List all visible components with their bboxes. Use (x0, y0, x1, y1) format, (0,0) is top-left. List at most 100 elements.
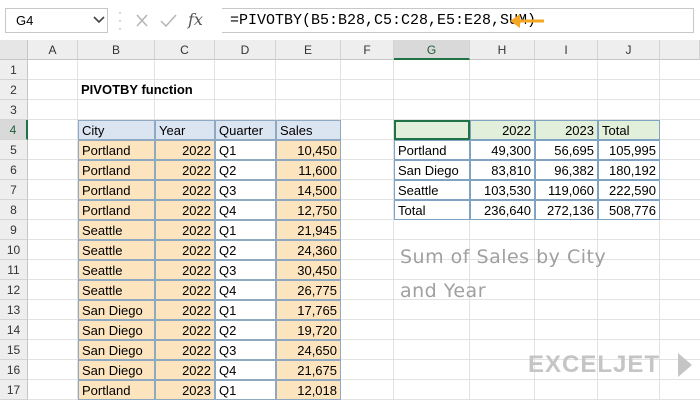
pivot-value[interactable]: 236,640 (470, 200, 535, 220)
row-header-8[interactable]: 8 (0, 200, 28, 220)
source-cell-year[interactable]: 2022 (155, 180, 215, 200)
source-cell-sales[interactable]: 12,018 (276, 380, 341, 400)
source-cell-city[interactable]: San Diego (78, 360, 155, 380)
column-header-c[interactable]: C (155, 40, 215, 60)
row-header-16[interactable]: 16 (0, 360, 28, 380)
pivot-value[interactable]: 180,192 (598, 160, 660, 180)
row-header-3[interactable]: 3 (0, 100, 28, 120)
source-cell-year[interactable]: 2023 (155, 380, 215, 400)
source-cell-city[interactable]: San Diego (78, 320, 155, 340)
source-cell-city[interactable]: Seattle (78, 220, 155, 240)
cancel-icon[interactable] (136, 14, 148, 27)
source-cell-year[interactable]: 2022 (155, 160, 215, 180)
source-header-city[interactable]: City (78, 120, 155, 140)
source-cell-sales[interactable]: 30,450 (276, 260, 341, 280)
column-header-next[interactable] (660, 40, 700, 60)
pivot-value[interactable]: 56,695 (535, 140, 598, 160)
source-cell-sales[interactable]: 11,600 (276, 160, 341, 180)
source-cell-quarter[interactable]: Q2 (215, 320, 276, 340)
pivot-value[interactable]: 83,810 (470, 160, 535, 180)
pivot-corner-cell[interactable] (394, 120, 470, 140)
source-cell-year[interactable]: 2022 (155, 280, 215, 300)
source-cell-sales[interactable]: 14,500 (276, 180, 341, 200)
pivot-row-label[interactable]: Seattle (394, 180, 470, 200)
source-cell-sales[interactable]: 21,945 (276, 220, 341, 240)
row-header-5[interactable]: 5 (0, 140, 28, 160)
pivot-row-label[interactable]: Portland (394, 140, 470, 160)
source-cell-city[interactable]: Portland (78, 180, 155, 200)
sheet-title[interactable]: PIVOTBY function (78, 80, 196, 100)
source-cell-sales[interactable]: 19,720 (276, 320, 341, 340)
select-all-corner[interactable] (0, 40, 28, 60)
source-cell-year[interactable]: 2022 (155, 260, 215, 280)
row-header-2[interactable]: 2 (0, 80, 28, 100)
source-cell-quarter[interactable]: Q1 (215, 300, 276, 320)
formula-bar-grip-icon[interactable]: · · · (117, 6, 123, 34)
column-header-f[interactable]: F (341, 40, 394, 60)
source-cell-quarter[interactable]: Q1 (215, 220, 276, 240)
source-cell-city[interactable]: Seattle (78, 260, 155, 280)
source-cell-quarter[interactable]: Q3 (215, 260, 276, 280)
source-cell-quarter[interactable]: Q1 (215, 380, 276, 400)
row-header-4[interactable]: 4 (0, 120, 28, 140)
pivot-header-total[interactable]: Total (598, 120, 660, 140)
source-cell-year[interactable]: 2022 (155, 340, 215, 360)
source-cell-quarter[interactable]: Q4 (215, 200, 276, 220)
source-cell-city[interactable]: San Diego (78, 300, 155, 320)
source-cell-city[interactable]: Portland (78, 160, 155, 180)
pivot-header-2023[interactable]: 2023 (535, 120, 598, 140)
pivot-value[interactable]: 508,776 (598, 200, 660, 220)
row-header-15[interactable]: 15 (0, 340, 28, 360)
source-cell-year[interactable]: 2022 (155, 140, 215, 160)
pivot-value[interactable]: 119,060 (535, 180, 598, 200)
row-header-14[interactable]: 14 (0, 320, 28, 340)
source-cell-city[interactable]: Seattle (78, 280, 155, 300)
column-header-a[interactable]: A (28, 40, 78, 60)
formula-input[interactable]: =PIVOTBY(B5:B28,C5:C28,E5:E28,SUM) (222, 8, 694, 33)
chevron-down-icon[interactable] (92, 12, 106, 28)
source-header-quarter[interactable]: Quarter (215, 120, 276, 140)
source-cell-quarter[interactable]: Q4 (215, 360, 276, 380)
source-cell-sales[interactable]: 24,360 (276, 240, 341, 260)
source-cell-city[interactable]: San Diego (78, 340, 155, 360)
source-cell-quarter[interactable]: Q2 (215, 160, 276, 180)
column-header-e[interactable]: E (276, 40, 341, 60)
source-cell-city[interactable]: Portland (78, 380, 155, 400)
row-header-17[interactable]: 17 (0, 380, 28, 400)
pivot-value[interactable]: 103,530 (470, 180, 535, 200)
source-cell-year[interactable]: 2022 (155, 360, 215, 380)
source-cell-city[interactable]: Portland (78, 200, 155, 220)
pivot-row-label[interactable]: Total (394, 200, 470, 220)
enter-icon[interactable] (160, 14, 177, 28)
name-box[interactable]: G4 (5, 8, 108, 33)
row-header-10[interactable]: 10 (0, 240, 28, 260)
source-cell-quarter[interactable]: Q4 (215, 280, 276, 300)
column-header-j[interactable]: J (598, 40, 660, 60)
source-cell-year[interactable]: 2022 (155, 300, 215, 320)
source-cell-quarter[interactable]: Q2 (215, 240, 276, 260)
source-header-year[interactable]: Year (155, 120, 215, 140)
source-cell-city[interactable]: Seattle (78, 240, 155, 260)
column-header-b[interactable]: B (78, 40, 155, 60)
pivot-value[interactable]: 105,995 (598, 140, 660, 160)
source-cell-year[interactable]: 2022 (155, 240, 215, 260)
row-header-1[interactable]: 1 (0, 60, 28, 80)
row-header-9[interactable]: 9 (0, 220, 28, 240)
source-cell-year[interactable]: 2022 (155, 200, 215, 220)
row-header-12[interactable]: 12 (0, 280, 28, 300)
source-cell-quarter[interactable]: Q3 (215, 340, 276, 360)
worksheet-grid[interactable]: ABCDEFGHIJ 1 2 3 4 5 6 7 8 9 10 11 12 13 14 15 16 17 PIV… (0, 40, 700, 400)
source-cell-city[interactable]: Portland (78, 140, 155, 160)
pivot-header-2022[interactable]: 2022 (470, 120, 535, 140)
source-cell-year[interactable]: 2022 (155, 220, 215, 240)
column-header-h[interactable]: H (470, 40, 535, 60)
column-header-d[interactable]: D (215, 40, 276, 60)
row-header-11[interactable]: 11 (0, 260, 28, 280)
source-cell-quarter[interactable]: Q1 (215, 140, 276, 160)
source-cell-sales[interactable]: 26,775 (276, 280, 341, 300)
source-cell-sales[interactable]: 12,750 (276, 200, 341, 220)
row-header-13[interactable]: 13 (0, 300, 28, 320)
pivot-value[interactable]: 49,300 (470, 140, 535, 160)
row-header-6[interactable]: 6 (0, 160, 28, 180)
source-header-sales[interactable]: Sales (276, 120, 341, 140)
